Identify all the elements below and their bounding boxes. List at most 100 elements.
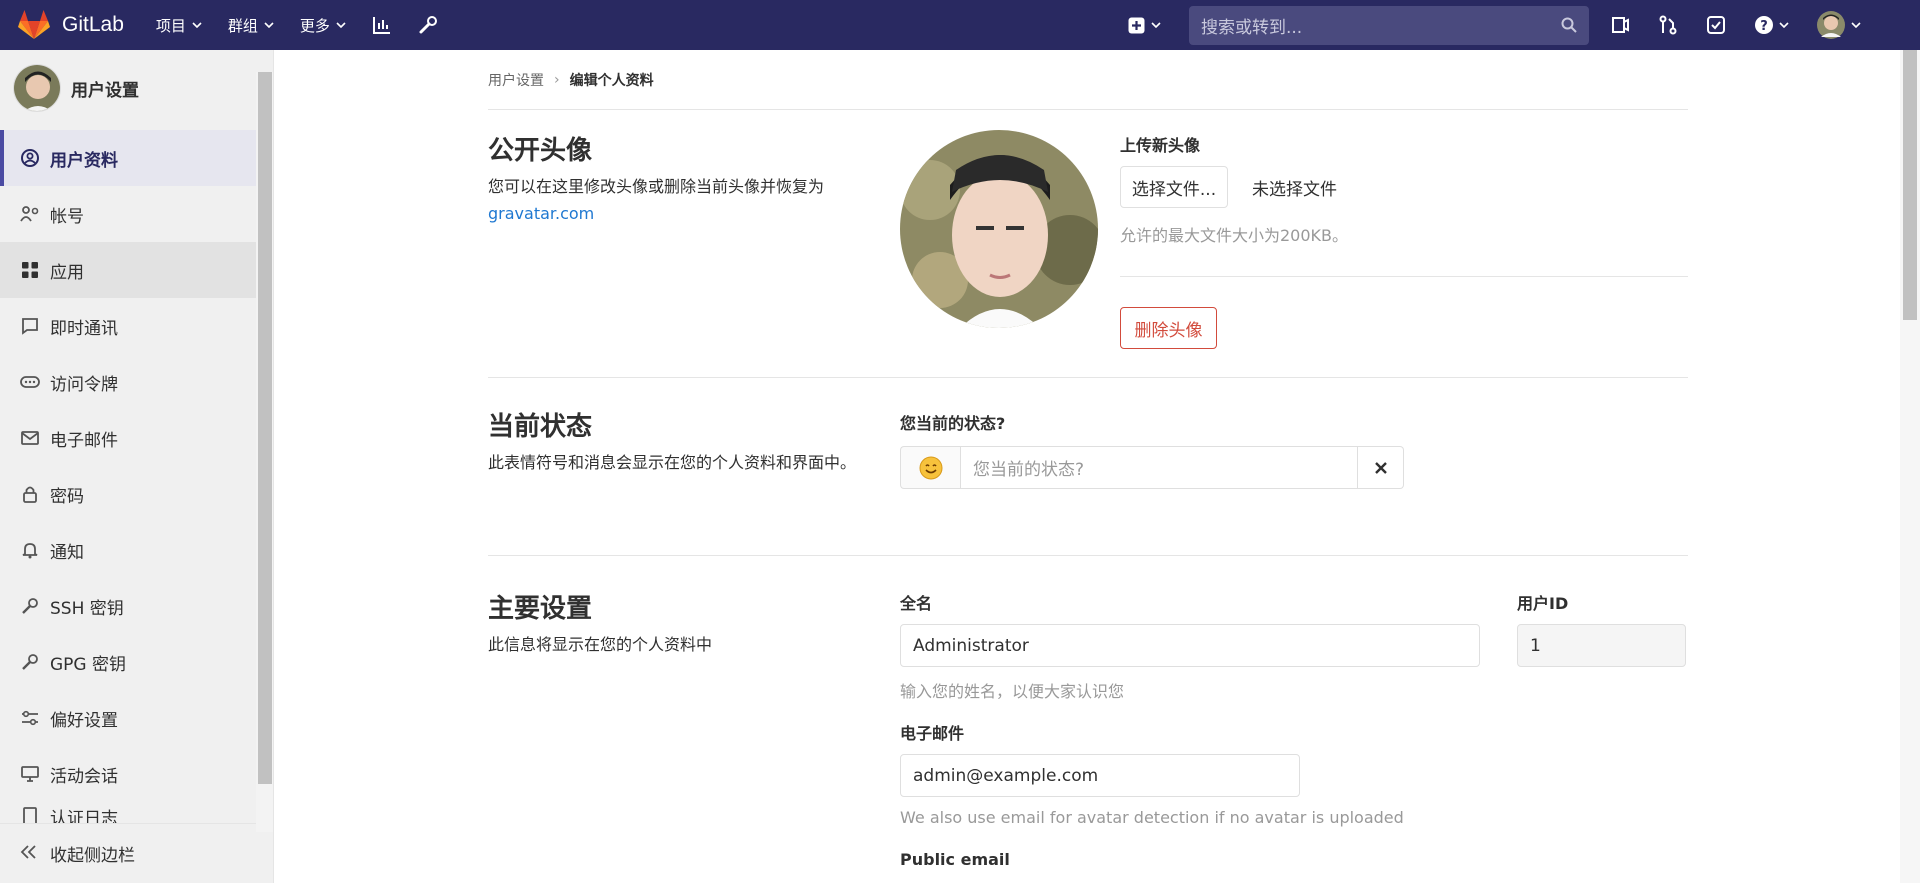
status-section: 当前状态 此表情符号和消息会显示在您的个人资料和界面中。 您当前的状态? 您当前… [488, 378, 1688, 556]
chevron-down-icon [1851, 22, 1861, 28]
sidebar-item-emails[interactable]: 电子邮件 [0, 410, 273, 466]
gitlab-logo[interactable]: GitLab [18, 10, 124, 40]
issues-icon[interactable] [1610, 15, 1630, 35]
breadcrumb-current: 编辑个人资料 [569, 72, 654, 89]
sidebar-item-ssh-keys[interactable]: SSH 密钥 [0, 578, 273, 634]
remove-avatar-button[interactable]: 删除头像 [1120, 307, 1217, 349]
nav-more-label: 更多 [299, 16, 330, 35]
applications-icon [20, 260, 40, 280]
nav-groups[interactable]: 群组 [228, 15, 274, 36]
sidebar-item-applications[interactable]: 应用 [0, 242, 273, 298]
nav-projects-label: 项目 [155, 16, 186, 35]
page-scroll-thumb[interactable] [1903, 50, 1917, 320]
avatar-section: 公开头像 您可以在这里修改头像或删除当前头像并恢复为 gravatar.com [488, 110, 1688, 378]
sidebar-item-label: 密码 [50, 486, 84, 507]
help-icon[interactable]: ? [1754, 15, 1789, 35]
top-navbar: GitLab 项目 群组 更多 搜索或转到... ? [0, 0, 1920, 50]
public-email-label: Public email [900, 850, 1010, 869]
sidebar-item-active-sessions[interactable]: 活动会话 [0, 746, 273, 802]
analytics-icon[interactable] [372, 15, 392, 35]
sidebar-item-tokens[interactable]: 访问令牌 [0, 354, 273, 410]
sidebar-item-account[interactable]: 帐号 [0, 186, 273, 242]
sidebar-item-label: 访问令牌 [50, 374, 118, 395]
token-icon [20, 372, 40, 392]
account-icon [20, 204, 40, 224]
sidebar-item-label: 应用 [50, 262, 84, 283]
avatar-upload: 上传新头像 选择文件... 未选择文件 允许的最大文件大小为200KB。 删除头… [1120, 132, 1688, 349]
choose-file-button[interactable]: 选择文件... [1120, 166, 1228, 208]
plus-square-icon [1128, 17, 1145, 33]
avatar-section-title: 公开头像 [488, 136, 593, 166]
main-content: 用户设置 › 编辑个人资料 公开头像 您可以在这里修改头像或删除当前头像并恢复为… [488, 50, 1688, 886]
sidebar-item-chat[interactable]: 即时通讯 [0, 298, 273, 354]
smiley-icon [919, 456, 942, 479]
clear-status-button[interactable] [1358, 446, 1404, 489]
user-avatar-menu[interactable] [1817, 11, 1861, 39]
double-chevron-left-icon [20, 844, 38, 864]
todo-icon[interactable] [1706, 15, 1726, 35]
avatar [13, 64, 61, 112]
page-scrollbar[interactable] [1900, 50, 1920, 883]
chevron-down-icon [336, 22, 346, 28]
sidebar-item-label: SSH 密钥 [50, 598, 124, 619]
key-icon [20, 652, 40, 672]
email-input[interactable]: admin@example.com [900, 754, 1300, 797]
nav-projects[interactable]: 项目 [156, 15, 202, 36]
chevron-down-icon [192, 22, 202, 28]
sidebar-item-password[interactable]: 密码 [0, 466, 273, 522]
sidebar-header[interactable]: 用户设置 [0, 50, 273, 126]
status-message-input[interactable]: 您当前的状态? [960, 446, 1358, 489]
email-label: 电子邮件 [900, 724, 965, 743]
nav-groups-label: 群组 [227, 16, 258, 35]
file-size-hint: 允许的最大文件大小为200KB。 [1120, 226, 1349, 245]
userid-value: 1 [1530, 635, 1541, 656]
sidebar-item-notifications[interactable]: 通知 [0, 522, 273, 578]
fullname-value: Administrator [913, 635, 1029, 656]
userid-label: 用户ID [1517, 594, 1569, 613]
breadcrumb: 用户设置 › 编辑个人资料 [488, 50, 1688, 110]
monitor-icon [20, 764, 40, 784]
sidebar-item-preferences[interactable]: 偏好设置 [0, 690, 273, 746]
collapse-sidebar-button[interactable]: 收起侧边栏 [0, 823, 256, 883]
chevron-down-icon [1151, 22, 1161, 28]
new-item-dropdown[interactable] [1128, 0, 1161, 50]
sidebar-item-label: 通知 [50, 542, 84, 563]
search-input[interactable]: 搜索或转到... [1189, 6, 1589, 45]
chevron-right-icon: › [554, 71, 560, 88]
sidebar-scroll-thumb[interactable] [258, 72, 272, 784]
avatar-section-desc: 您可以在这里修改头像或删除当前头像并恢复为 gravatar.com [488, 173, 868, 227]
breadcrumb-parent[interactable]: 用户设置 [488, 70, 544, 90]
fullname-hint: 输入您的姓名，以便大家认识您 [900, 682, 1125, 701]
key-icon [20, 596, 40, 616]
sidebar-title: 用户设置 [71, 80, 139, 101]
fullname-input[interactable]: Administrator [900, 624, 1480, 667]
sidebar-item-label: 活动会话 [50, 766, 118, 787]
emoji-picker-button[interactable] [900, 446, 960, 489]
nav-more[interactable]: 更多 [300, 15, 346, 36]
main-settings-title: 主要设置 [488, 594, 593, 624]
status-input-group: 您当前的状态? [900, 446, 1404, 489]
admin-wrench-icon[interactable] [418, 15, 438, 35]
sidebar-item-profile[interactable]: 用户资料 [0, 130, 273, 186]
avatar [1817, 11, 1845, 39]
main-settings-section: 主要设置 此信息将显示在您的个人资料中 全名 Administrator 输入您… [488, 556, 1688, 886]
status-section-desc: 此表情符号和消息会显示在您的个人资料和界面中。 [488, 453, 857, 472]
sidebar-scrollbar[interactable] [256, 72, 273, 832]
userid-input: 1 [1517, 624, 1686, 667]
status-field-label: 您当前的状态? [900, 414, 1006, 433]
sidebar-item-gpg-keys[interactable]: GPG 密钥 [0, 634, 273, 690]
fullname-label: 全名 [900, 594, 933, 613]
search-icon [1561, 17, 1577, 33]
mail-icon [20, 428, 40, 448]
search-placeholder: 搜索或转到... [1201, 18, 1303, 38]
upload-label: 上传新头像 [1120, 136, 1201, 155]
sidebar-item-label: 帐号 [50, 206, 84, 227]
brand-name: GitLab [62, 13, 124, 36]
merge-request-icon[interactable] [1658, 15, 1678, 35]
email-value: admin@example.com [913, 765, 1099, 786]
sidebar-item-label: 偏好设置 [50, 710, 118, 731]
settings-sidebar: 用户设置 用户资料 帐号 应用 即时通讯 访问令牌 电子邮件 密码 通知 SSH… [0, 50, 274, 883]
gravatar-link[interactable]: gravatar.com [488, 204, 594, 223]
gitlab-fox-icon [18, 10, 50, 39]
bell-icon [20, 540, 40, 560]
